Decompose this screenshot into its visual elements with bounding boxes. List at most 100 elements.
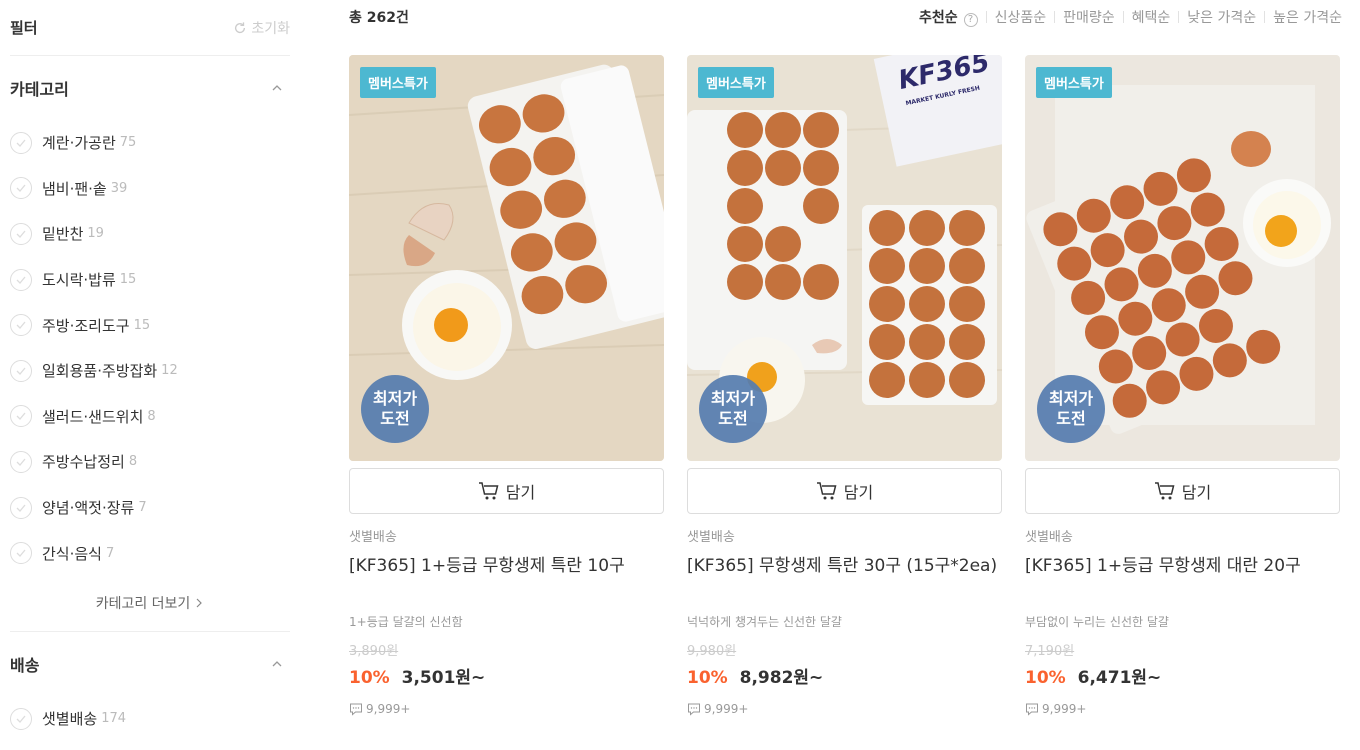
delivery-count: 174 <box>101 711 127 727</box>
category-label: 냄비·팬·솥 <box>42 179 107 198</box>
divider <box>1122 11 1124 23</box>
sort-best-selling[interactable]: 판매량순 <box>1063 7 1115 27</box>
category-item[interactable]: 밑반찬 19 <box>10 211 290 257</box>
review-count-value: 9,999+ <box>704 702 749 716</box>
product-name[interactable]: [KF365] 1+등급 무항생제 대란 20구 <box>1025 553 1340 605</box>
check-circle-icon[interactable] <box>10 177 32 200</box>
filter-header: 필터 초기화 <box>10 0 290 56</box>
speech-bubble-icon <box>1026 703 1038 716</box>
product-grid: 멤버스특가 최저가 도전 담기 샛별배송 [KF365] 1+등급 무항생제 특… <box>349 55 1340 716</box>
speech-bubble-icon <box>688 703 700 716</box>
check-circle-icon[interactable] <box>10 405 32 428</box>
delivery-type: 샛별배송 <box>1025 530 1073 545</box>
cart-icon <box>478 482 499 500</box>
category-more-label: 카테고리 더보기 <box>95 596 191 613</box>
original-price: 7,190원 <box>1025 644 1075 659</box>
chevron-up-icon[interactable] <box>270 657 284 671</box>
sort-options: 추천순? 신상품순 판매량순 혜택순 낮은 가격순 높은 가격순 <box>919 7 1342 27</box>
category-item[interactable]: 양념·액젓·장류 7 <box>10 485 290 531</box>
divider <box>1178 11 1180 23</box>
reset-button[interactable]: 초기화 <box>233 18 290 38</box>
category-label: 계란·가공란 <box>42 134 116 153</box>
price-row: 10% 6,471원~ <box>1025 663 1340 688</box>
delivery-section-header[interactable]: 배송 <box>10 632 290 696</box>
member-price-badge: 멤버스특가 <box>360 67 436 98</box>
delivery-item[interactable]: 샛별배송 174 <box>10 696 290 742</box>
discount-rate: 10% <box>349 668 390 688</box>
category-section-header[interactable]: 카테고리 <box>10 56 290 120</box>
list-toolbar: 총 262건 추천순? 신상품순 판매량순 혜택순 낮은 가격순 높은 가격순 <box>349 0 1342 34</box>
category-list: 계란·가공란 75 냄비·팬·솥 39 밑반찬 19 도시락·밥류 15 주방·… <box>10 120 290 576</box>
review-count: 9,999+ <box>349 702 664 716</box>
sort-price-low[interactable]: 낮은 가격순 <box>1187 7 1256 27</box>
sale-price: 3,501원~ <box>401 668 486 688</box>
category-count: 7 <box>105 545 115 561</box>
check-circle-icon[interactable] <box>10 131 32 154</box>
divider <box>1054 11 1056 23</box>
delivery-section-title: 배송 <box>10 655 40 675</box>
check-circle-icon[interactable] <box>10 450 32 473</box>
filter-sidebar: 필터 초기화 카테고리 계란·가공란 75 냄비·팬·솥 39 밑반찬 19 도… <box>10 0 290 742</box>
product-image[interactable]: 멤버스특가 최저가 도전 <box>1025 55 1340 461</box>
category-section-title: 카테고리 <box>10 80 69 99</box>
lowest-price-badge: 최저가 도전 <box>699 375 767 443</box>
add-to-cart-button[interactable]: 담기 <box>349 468 664 514</box>
price-row: 10% 8,982원~ <box>687 663 1002 688</box>
add-to-cart-button[interactable]: 담기 <box>687 468 1002 514</box>
category-label: 샐러드·샌드위치 <box>42 407 144 426</box>
check-circle-icon[interactable] <box>10 707 32 730</box>
filter-title: 필터 <box>10 19 38 37</box>
category-item[interactable]: 주방수납정리 8 <box>10 439 290 485</box>
total-count: 총 262건 <box>349 10 409 26</box>
category-more-button[interactable]: 카테고리 더보기 <box>10 576 290 632</box>
product-image[interactable]: KF365 MARKET KURLY FRESH 멤버스특가 최저가 도전 <box>687 55 1002 461</box>
product-image[interactable]: 멤버스특가 최저가 도전 <box>349 55 664 461</box>
category-count: 12 <box>161 363 178 379</box>
product-card[interactable]: 멤버스특가 최저가 도전 담기 샛별배송 [KF365] 1+등급 무항생제 특… <box>349 55 664 716</box>
check-circle-icon[interactable] <box>10 314 32 337</box>
category-label: 일회용품·주방잡화 <box>42 362 158 381</box>
chevron-up-icon[interactable] <box>270 81 284 95</box>
lowest-badge-line: 도전 <box>718 409 748 428</box>
product-card[interactable]: KF365 MARKET KURLY FRESH 멤버스특가 최저가 도전 담기… <box>687 55 1002 716</box>
check-circle-icon[interactable] <box>10 222 32 245</box>
category-label: 도시락·밥류 <box>42 271 116 290</box>
lowest-price-badge: 최저가 도전 <box>1037 375 1105 443</box>
check-circle-icon[interactable] <box>10 542 32 565</box>
sort-newest[interactable]: 신상품순 <box>995 7 1047 27</box>
category-item[interactable]: 주방·조리도구 15 <box>10 302 290 348</box>
speech-bubble-icon <box>350 703 362 716</box>
delivery-type: 샛별배송 <box>687 530 735 545</box>
category-item[interactable]: 일회용품·주방잡화 12 <box>10 348 290 394</box>
discount-rate: 10% <box>1025 668 1066 688</box>
sort-benefit[interactable]: 혜택순 <box>1132 7 1171 27</box>
category-item[interactable]: 도시락·밥류 15 <box>10 257 290 303</box>
sort-price-high[interactable]: 높은 가격순 <box>1273 7 1342 27</box>
cart-icon <box>816 482 837 500</box>
delivery-list: 샛별배송 174 <box>10 696 290 742</box>
review-count: 9,999+ <box>1025 702 1340 716</box>
category-item[interactable]: 계란·가공란 75 <box>10 120 290 166</box>
product-name[interactable]: [KF365] 1+등급 무항생제 특란 10구 <box>349 553 664 605</box>
category-item[interactable]: 샐러드·샌드위치 8 <box>10 394 290 440</box>
product-card[interactable]: 멤버스특가 최저가 도전 담기 샛별배송 [KF365] 1+등급 무항생제 대… <box>1025 55 1340 716</box>
sort-recommended[interactable]: 추천순? <box>919 7 978 27</box>
category-label: 양념·액젓·장류 <box>42 499 135 518</box>
category-item[interactable]: 냄비·팬·솥 39 <box>10 166 290 212</box>
reset-label: 초기화 <box>251 20 290 37</box>
help-icon[interactable]: ? <box>963 12 978 27</box>
sale-price: 8,982원~ <box>739 668 824 688</box>
add-to-cart-button[interactable]: 담기 <box>1025 468 1340 514</box>
chevron-right-icon <box>196 599 203 608</box>
product-name[interactable]: [KF365] 무항생제 특란 30구 (15구*2ea) <box>687 553 1002 605</box>
category-count: 15 <box>133 317 151 333</box>
check-circle-icon[interactable] <box>10 359 32 382</box>
category-label: 밑반찬 <box>42 225 84 244</box>
check-circle-icon[interactable] <box>10 268 32 291</box>
cart-label: 담기 <box>505 483 536 502</box>
category-count: 39 <box>110 180 128 196</box>
check-circle-icon[interactable] <box>10 496 32 519</box>
review-count-value: 9,999+ <box>1042 702 1087 716</box>
lowest-badge-line: 최저가 <box>710 389 756 408</box>
category-item[interactable]: 간식·음식 7 <box>10 530 290 576</box>
